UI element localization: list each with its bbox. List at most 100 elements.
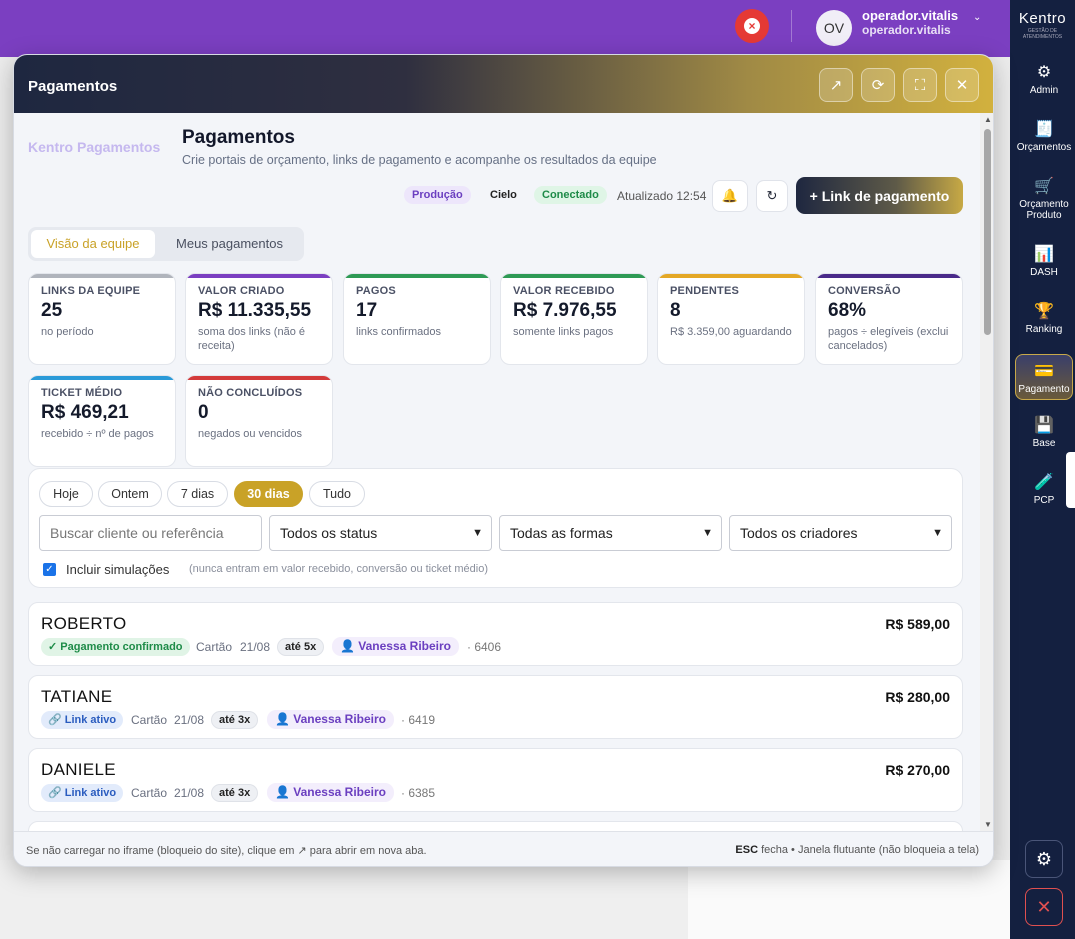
kpi-card-links: LINKS DA EQUIPE 25 no período <box>28 273 176 365</box>
card-label: PAGOS <box>356 285 396 297</box>
card-value: 8 <box>670 300 681 321</box>
scroll-thumb[interactable] <box>984 129 991 335</box>
payment-row[interactable]: DANIELE R$ 270,00 🔗 Link ativo Cartão 21… <box>28 748 963 812</box>
card-value: 25 <box>41 300 63 321</box>
user-icon: 👤 <box>275 712 294 726</box>
test-tube-icon: 🧪 <box>1034 474 1054 491</box>
scrollbar[interactable]: ▲ ▼ <box>980 113 993 831</box>
sidebar-item-base[interactable]: 💾 Base <box>1015 417 1073 449</box>
sidebar-item-label: Pagamento <box>1018 384 1070 395</box>
sidebar-item-dash[interactable]: 📊 DASH <box>1015 246 1073 278</box>
sidebar-item-pcp[interactable]: 🧪 PCP <box>1015 474 1073 506</box>
top-divider <box>791 10 792 42</box>
creator-name: Vanessa Ribeiro <box>358 639 451 653</box>
card-note: soma dos links (não é receita) <box>198 326 305 352</box>
sidebar-item-label: PCP <box>1033 495 1055 506</box>
card-value: 0 <box>198 402 209 423</box>
payment-row[interactable]: ROBERTO R$ 589,00 ✓ Pagamento confirmado… <box>28 602 963 666</box>
credit-card-icon: 💳 <box>1034 363 1054 380</box>
kpi-card-not-completed: NÃO CONCLUÍDOS 0 negados ou vencidos <box>185 375 333 467</box>
modal-close-button[interactable]: ✕ <box>945 68 979 102</box>
modal-header[interactable]: Pagamentos ↗ ⟳ ⛶ ✕ <box>14 55 993 113</box>
creator-badge: 👤 Vanessa Ribeiro <box>332 637 459 656</box>
scroll-up-icon[interactable]: ▲ <box>983 115 993 124</box>
scroll-down-icon[interactable]: ▼ <box>983 820 993 829</box>
card-note: somente links pagos <box>513 326 614 338</box>
sidebar-item-pagamento[interactable]: 💳 Pagamento <box>1015 354 1073 400</box>
card-value: R$ 11.335,55 <box>198 300 312 321</box>
payment-reference: · 6406 <box>467 640 502 654</box>
close-circle-icon: × <box>744 18 760 34</box>
card-label: PENDENTES <box>670 285 740 297</box>
user-subtitle: operador.vitalis <box>862 23 951 37</box>
kentro-logo: Kentro <box>1018 10 1067 27</box>
payment-row[interactable]: TATIANE R$ 280,00 🔗 Link ativo Cartão 21… <box>28 675 963 739</box>
maximize-button[interactable]: ⛶ <box>903 68 937 102</box>
card-accent <box>186 376 332 380</box>
period-chip-hoje[interactable]: Hoje <box>39 481 93 507</box>
sidebar-item-orcamentos[interactable]: 🧾 Orçamentos <box>1015 121 1073 153</box>
card-label: CONVERSÃO <box>828 285 901 297</box>
user-name[interactable]: operador.vitalis <box>862 8 958 23</box>
reload-button[interactable]: ⟳ <box>861 68 895 102</box>
chevron-down-icon[interactable]: ⌄ <box>973 12 981 23</box>
sidebar-handle[interactable] <box>1066 452 1075 508</box>
notifications-button[interactable]: 🔔 <box>712 180 748 212</box>
alert-button[interactable]: × <box>735 9 769 43</box>
chevron-down-icon: ▼ <box>472 527 483 539</box>
sidebar-close-button[interactable]: ✕ <box>1025 888 1063 926</box>
period-chip-30-dias[interactable]: 30 dias <box>234 481 303 507</box>
period-chip-7-dias[interactable]: 7 dias <box>167 481 228 507</box>
sidebar-item-orcamento-produto[interactable]: 🛒 Orçamento Produto <box>1015 178 1073 221</box>
sidebar-item-ranking[interactable]: 🏆 Ranking <box>1015 303 1073 335</box>
footer-hint: Se não carregar no iframe (bloqueio do s… <box>26 845 427 857</box>
footer-shortcut: ESC fecha • Janela flutuante (não bloque… <box>735 844 979 856</box>
card-note: negados ou vencidos <box>198 428 302 440</box>
view-tabs: Visão da equipe Meus pagamentos <box>28 227 304 261</box>
status-badge: Conectado <box>534 186 607 204</box>
include-simulations-checkbox[interactable]: ✓ <box>43 563 56 576</box>
card-note: recebido ÷ nº de pagos <box>41 428 154 440</box>
payment-method-select[interactable]: Todas as formas ▼ <box>499 515 722 551</box>
sidebar-item-label: Orçamento Produto <box>1019 199 1069 221</box>
tab-my-payments[interactable]: Meus pagamentos <box>158 230 301 258</box>
chart-icon: 📊 <box>1034 246 1054 263</box>
brand-logo: Kentro Pagamentos <box>28 139 161 155</box>
kpi-card-conversion: CONVERSÃO 68% pagos ÷ elegíveis (exclui … <box>815 273 963 365</box>
payment-date: 21/08 <box>174 713 205 727</box>
page-subtitle: Crie portais de orçamento, links de paga… <box>182 153 657 167</box>
new-payment-link-button[interactable]: + Link de pagamento <box>796 177 963 214</box>
period-chip-tudo[interactable]: Tudo <box>309 481 365 507</box>
client-name: TATIANE <box>41 687 113 706</box>
card-accent <box>816 274 962 278</box>
kpi-card-avg-ticket: TICKET MÉDIO R$ 469,21 recebido ÷ nº de … <box>28 375 176 467</box>
status-badge: 🔗 Link ativo <box>41 711 124 729</box>
open-new-tab-button[interactable]: ↗ <box>819 68 853 102</box>
payments-modal: Pagamentos ↗ ⟳ ⛶ ✕ Kentro Pagamentos Pag… <box>13 54 994 867</box>
installments-badge: até 3x <box>211 711 259 729</box>
period-chip-ontem[interactable]: Ontem <box>98 481 162 507</box>
refresh-button[interactable]: ↻ <box>756 180 788 212</box>
close-icon: ✕ <box>1036 896 1052 917</box>
card-note: R$ 3.359,00 aguardando <box>670 326 792 338</box>
payment-row[interactable] <box>28 821 963 831</box>
settings-button[interactable]: ⚙ <box>1025 840 1063 878</box>
kpi-card-value-received: VALOR RECEBIDO R$ 7.976,55 somente links… <box>500 273 648 365</box>
card-note: links confirmados <box>356 326 441 338</box>
sidebar-item-label: Base <box>1032 438 1056 449</box>
tab-team-view[interactable]: Visão da equipe <box>31 230 155 258</box>
creator-select[interactable]: Todos os criadores ▼ <box>729 515 952 551</box>
status-badge: ✓ Pagamento confirmado <box>41 638 190 656</box>
client-name: ROBERTO <box>41 614 127 633</box>
kpi-card-paid: PAGOS 17 links confirmados <box>343 273 491 365</box>
card-accent <box>501 274 647 278</box>
include-simulations-label[interactable]: Incluir simulações <box>66 562 169 577</box>
sidebar-item-label: DASH <box>1030 267 1058 278</box>
payment-amount: R$ 270,00 <box>885 762 950 778</box>
avatar[interactable]: OV <box>816 10 852 46</box>
payment-method: Cartão <box>131 713 168 727</box>
status-select[interactable]: Todos os status ▼ <box>269 515 492 551</box>
card-label: VALOR RECEBIDO <box>513 285 615 297</box>
sidebar-item-admin[interactable]: ⚙ Admin <box>1015 64 1073 96</box>
search-input[interactable]: Buscar cliente ou referência <box>39 515 262 551</box>
